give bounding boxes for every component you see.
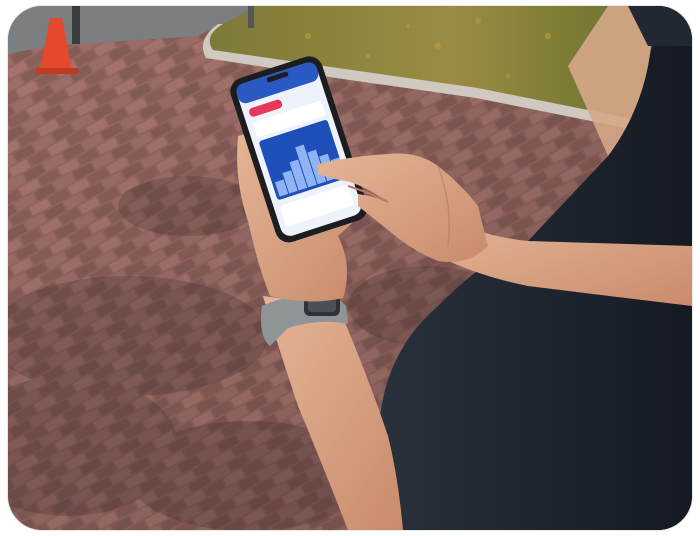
bollard <box>72 6 80 44</box>
photo-frame <box>8 6 692 530</box>
photo-scene <box>8 6 692 530</box>
